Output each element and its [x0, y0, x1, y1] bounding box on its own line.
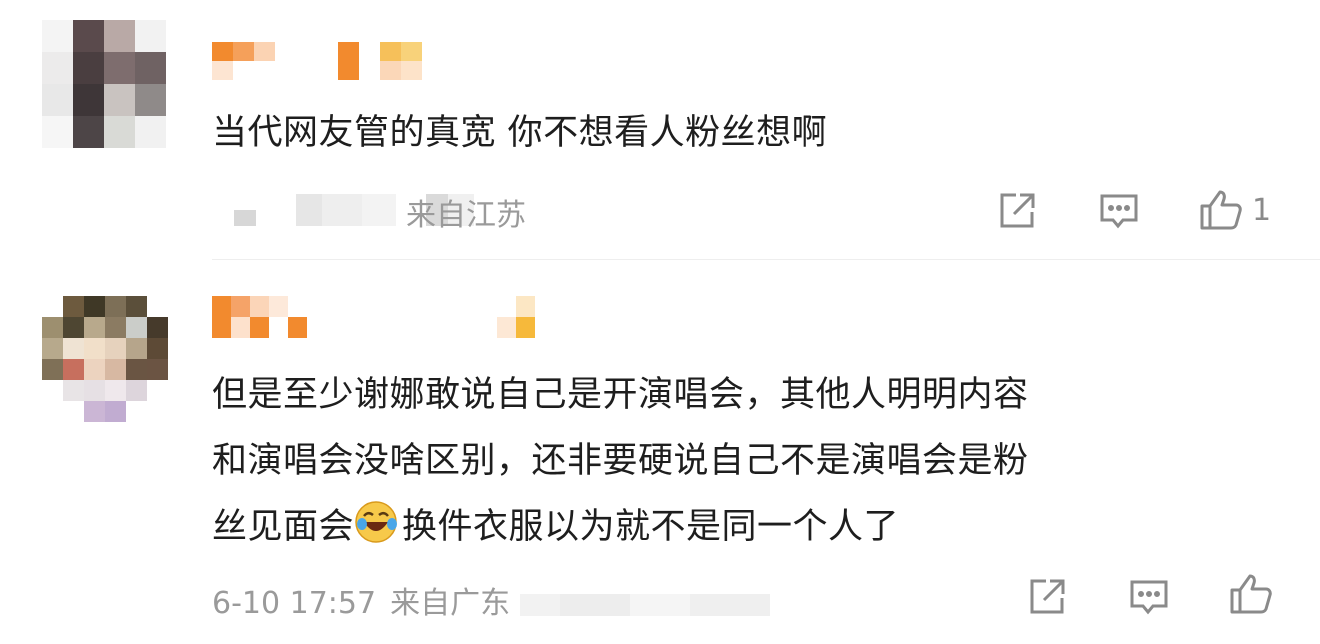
- location: 来自江苏: [406, 198, 526, 233]
- share-icon: [1000, 193, 1035, 228]
- comment-item: 当代网友管的真宽 你不想看人粉丝想啊 来自江苏 1: [0, 0, 1320, 260]
- comment-text-segment: 丝见面会: [212, 507, 355, 547]
- reply-button[interactable]: [1098, 190, 1140, 232]
- comment-text: 当代网友管的真宽 你不想看人粉丝想啊: [212, 113, 828, 153]
- share-button[interactable]: [1026, 576, 1068, 618]
- comment-text-line-3: 丝见面会 换件衣服以为就不是同一个人了: [212, 498, 899, 549]
- reply-button[interactable]: [1128, 576, 1170, 618]
- like-icon: [1230, 574, 1272, 614]
- comment-icon: [1100, 194, 1138, 229]
- comment-text-line-1: 但是至少谢娜敢说自己是开演唱会，其他人明明内容: [212, 375, 1029, 415]
- like-count: 1: [1252, 192, 1272, 228]
- username-blurred[interactable]: [212, 42, 424, 80]
- laughing-crying-emoji-icon: [355, 501, 398, 543]
- like-button[interactable]: 1: [1198, 188, 1271, 232]
- username-blurred[interactable]: [212, 296, 554, 338]
- share-button[interactable]: [996, 190, 1038, 232]
- like-icon: [1200, 190, 1242, 230]
- timestamp: 6-10 17:57: [212, 586, 377, 621]
- comment-meta: 6-10 17:57 来自广东: [212, 578, 510, 622]
- like-button[interactable]: [1228, 572, 1274, 616]
- comment-text-segment: 换件衣服以为就不是同一个人了: [402, 507, 900, 547]
- share-icon: [1030, 579, 1065, 614]
- comment-meta: 来自江苏: [406, 190, 526, 234]
- comment-icon: [1130, 580, 1168, 615]
- avatar[interactable]: [42, 20, 166, 148]
- avatar[interactable]: [42, 296, 168, 422]
- comment-item: 但是至少谢娜敢说自己是开演唱会，其他人明明内容 和演唱会没啥区别，还非要硬说自己…: [0, 260, 1320, 644]
- blurred-strip: [520, 594, 770, 616]
- comment-text-line-2: 和演唱会没啥区别，还非要硬说自己不是演唱会是粉: [212, 441, 1029, 481]
- location: 来自广东: [390, 586, 511, 621]
